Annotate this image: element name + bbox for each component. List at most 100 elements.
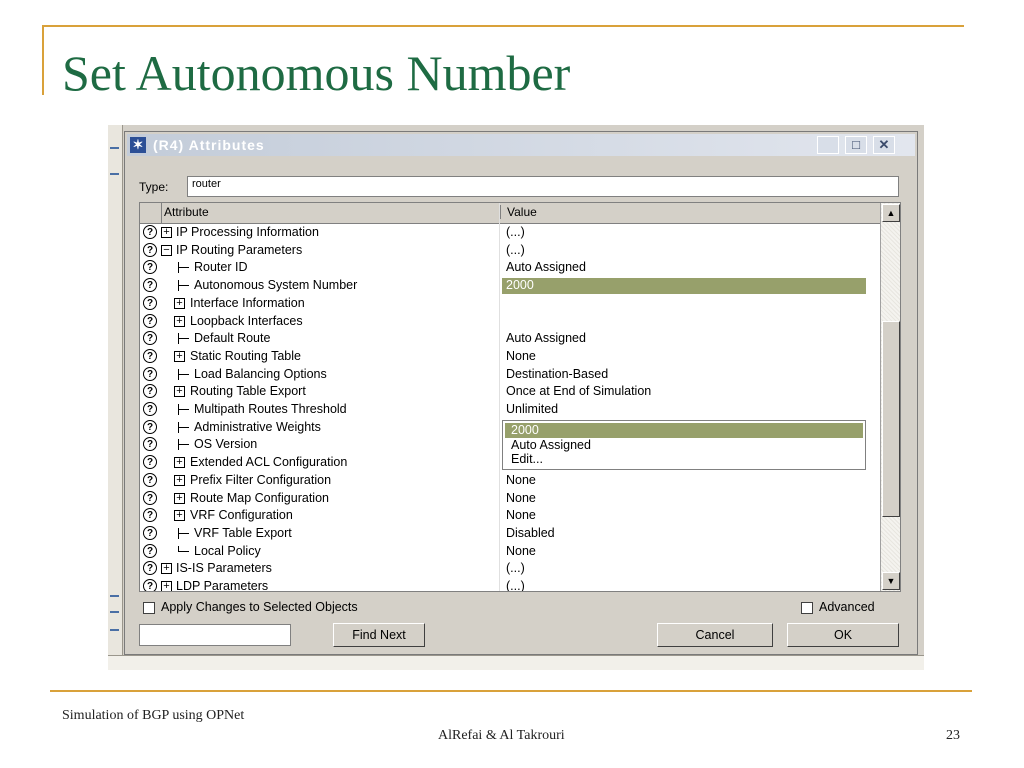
expand-icon[interactable]: + [174, 510, 185, 521]
collapse-icon[interactable]: − [161, 245, 172, 256]
table-row[interactable]: ? + Route Map Configuration None [140, 490, 880, 508]
type-field[interactable]: router [187, 176, 899, 197]
title-bar[interactable]: ✶ (R4) Attributes _ □ ✕ [127, 134, 915, 156]
column-header-value[interactable]: Value [500, 205, 877, 219]
attribute-value[interactable]: None [506, 544, 536, 558]
scroll-up-arrow-icon[interactable]: ▲ [882, 204, 900, 222]
help-icon[interactable]: ? [143, 278, 157, 292]
dropdown-option[interactable]: 2000 [505, 423, 863, 438]
advanced-checkbox[interactable] [801, 602, 813, 614]
attribute-value[interactable]: Auto Assigned [506, 260, 586, 274]
attribute-value[interactable]: None [506, 508, 536, 522]
table-row[interactable]: ? + Interface Information [140, 295, 880, 313]
expand-icon[interactable]: + [174, 493, 185, 504]
scroll-thumb[interactable] [882, 321, 900, 517]
help-icon[interactable]: ? [143, 296, 157, 310]
find-input[interactable] [139, 624, 291, 646]
close-button[interactable]: ✕ [873, 136, 895, 154]
attribute-value[interactable]: None [506, 473, 536, 487]
help-icon[interactable]: ? [143, 225, 157, 239]
attribute-name: VRF Configuration [190, 508, 293, 522]
attribute-value[interactable]: None [506, 349, 536, 363]
help-icon[interactable]: ? [143, 561, 157, 575]
help-icon[interactable]: ? [143, 473, 157, 487]
help-icon[interactable]: ? [143, 579, 157, 591]
help-icon[interactable]: ? [143, 491, 157, 505]
table-row[interactable]: ? Router ID Auto Assigned [140, 259, 880, 277]
help-icon[interactable]: ? [143, 455, 157, 469]
table-row[interactable]: ? Multipath Routes Threshold Unlimited [140, 401, 880, 419]
table-row[interactable]: ? Load Balancing Options Destination-Based [140, 366, 880, 384]
expand-icon[interactable]: + [174, 386, 185, 397]
expand-icon[interactable]: + [161, 581, 172, 591]
table-header: Attribute Value [140, 203, 880, 224]
table-row[interactable]: ? Local Policy None [140, 543, 880, 561]
column-header-attribute[interactable]: Attribute [164, 205, 498, 219]
help-icon[interactable]: ? [143, 260, 157, 274]
dropdown-option[interactable]: Edit... [505, 452, 863, 467]
find-next-button[interactable]: Find Next [333, 623, 425, 647]
maximize-button[interactable]: □ [845, 136, 867, 154]
help-icon[interactable]: ? [143, 437, 157, 451]
minimize-button[interactable]: _ [817, 136, 839, 154]
attribute-value[interactable]: Auto Assigned [506, 331, 586, 345]
table-row[interactable]: ? + LDP Parameters (...) [140, 578, 880, 591]
expand-icon[interactable]: + [174, 457, 185, 468]
help-icon[interactable]: ? [143, 402, 157, 416]
help-icon[interactable]: ? [143, 526, 157, 540]
page-number: 23 [946, 728, 960, 743]
table-row[interactable]: ? VRF Table Export Disabled [140, 525, 880, 543]
help-icon[interactable]: ? [143, 314, 157, 328]
table-row[interactable]: ? Default Route Auto Assigned [140, 330, 880, 348]
help-icon[interactable]: ? [143, 384, 157, 398]
attribute-value[interactable]: Disabled [506, 526, 555, 540]
cancel-button[interactable]: Cancel [657, 623, 773, 647]
scroll-down-arrow-icon[interactable]: ▼ [882, 572, 900, 590]
attribute-name: VRF Table Export [194, 526, 292, 540]
attribute-name: IS-IS Parameters [176, 561, 272, 575]
help-icon[interactable]: ? [143, 420, 157, 434]
attribute-value[interactable]: (...) [506, 579, 525, 591]
help-icon[interactable]: ? [143, 243, 157, 257]
help-icon[interactable]: ? [143, 508, 157, 522]
vertical-scrollbar[interactable]: ▲ ▼ [880, 203, 900, 591]
help-icon[interactable]: ? [143, 331, 157, 345]
dropdown-option[interactable]: Auto Assigned [505, 438, 863, 453]
background-window-strip [108, 125, 123, 670]
expand-icon[interactable]: + [161, 563, 172, 574]
attribute-value[interactable]: (...) [506, 243, 525, 257]
attribute-value[interactable]: (...) [506, 561, 525, 575]
table-row[interactable]: ? + VRF Configuration None [140, 507, 880, 525]
expand-icon[interactable]: + [174, 316, 185, 327]
table-row[interactable]: ? + Loopback Interfaces [140, 313, 880, 331]
attribute-value[interactable]: None [506, 491, 536, 505]
expand-icon[interactable]: + [174, 475, 185, 486]
ok-button[interactable]: OK [787, 623, 899, 647]
attribute-value[interactable]: (...) [506, 225, 525, 239]
attribute-name: Prefix Filter Configuration [190, 473, 332, 487]
attribute-table: Attribute Value ? + IP Processing Informat… [139, 202, 901, 592]
expand-icon[interactable]: + [161, 227, 172, 238]
attribute-name: Routing Table Export [190, 384, 306, 398]
attribute-value[interactable]: Once at End of Simulation [506, 384, 651, 398]
attribute-value-editor[interactable]: 2000 [502, 278, 866, 294]
attribute-value[interactable]: Unlimited [506, 402, 558, 416]
apply-changes-checkbox[interactable] [143, 602, 155, 614]
attribute-name: Router ID [194, 260, 248, 274]
table-row[interactable]: ? + Routing Table Export Once at End of Sim… [140, 383, 880, 401]
attribute-value[interactable]: Destination-Based [506, 367, 608, 381]
help-icon[interactable]: ? [143, 349, 157, 363]
attribute-name: Administrative Weights [194, 420, 321, 434]
attribute-name: IP Routing Parameters [176, 243, 303, 257]
expand-icon[interactable]: + [174, 298, 185, 309]
table-row[interactable]: ? − IP Routing Parameters (...) [140, 242, 880, 260]
tree-connector-icon [178, 404, 190, 415]
table-row[interactable]: ? Autonomous System Number 2000 [140, 277, 880, 295]
table-row[interactable]: ? + Prefix Filter Configuration None [140, 472, 880, 490]
expand-icon[interactable]: + [174, 351, 185, 362]
help-icon[interactable]: ? [143, 367, 157, 381]
table-row[interactable]: ? + IP Processing Information (...) [140, 224, 880, 242]
help-icon[interactable]: ? [143, 544, 157, 558]
table-row[interactable]: ? + IS-IS Parameters (...) [140, 560, 880, 578]
table-row[interactable]: ? + Static Routing Table None [140, 348, 880, 366]
